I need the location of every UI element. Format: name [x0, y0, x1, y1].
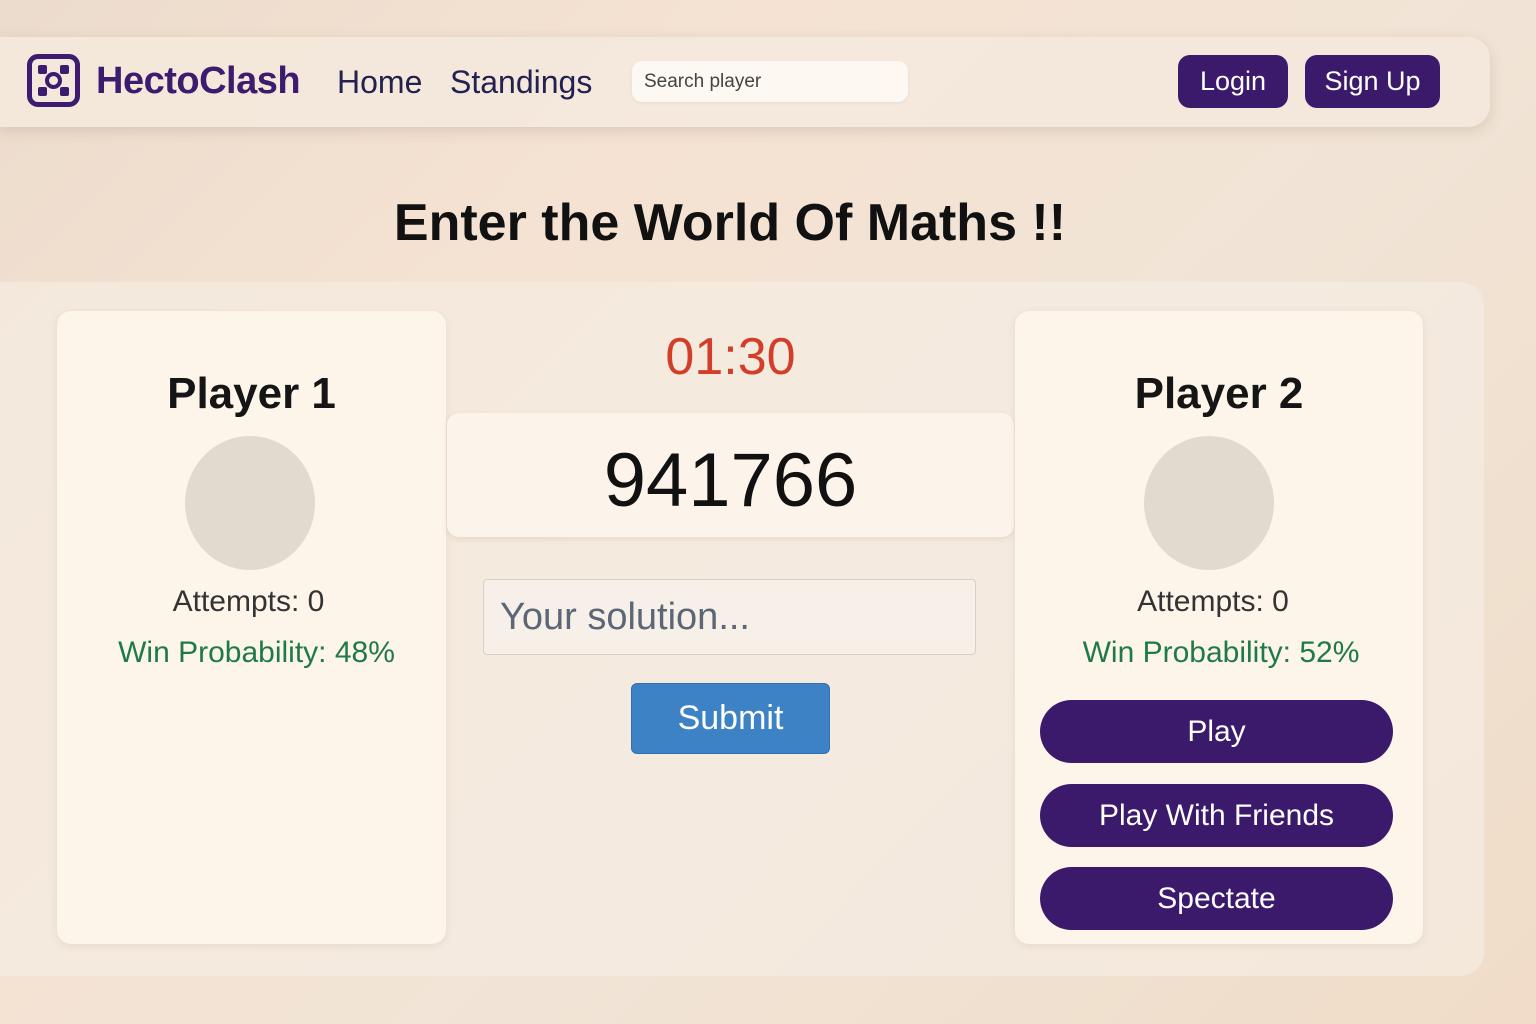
player-1-avatar — [185, 436, 315, 570]
player-2-attempts: Attempts: 0 — [1137, 585, 1289, 618]
page-headline: Enter the World Of Maths !! — [393, 194, 1067, 252]
signup-button[interactable]: Sign Up — [1305, 55, 1440, 108]
solution-input[interactable] — [483, 579, 976, 655]
search-player-input[interactable] — [632, 61, 908, 102]
spectate-button[interactable]: Spectate — [1040, 867, 1393, 930]
player-2-avatar — [1144, 436, 1274, 570]
player-2-card: Player 2 Attempts: 0 Win Probability: 52… — [1015, 311, 1423, 944]
player-1-win-probability: Win Probability: 48% — [118, 636, 395, 669]
player-1-card: Player 1 Attempts: 0 Win Probability: 48… — [57, 311, 446, 944]
play-with-friends-button[interactable]: Play With Friends — [1040, 784, 1393, 847]
submit-button[interactable]: Submit — [631, 683, 830, 754]
play-button[interactable]: Play — [1040, 700, 1393, 763]
player-2-win-probability: Win Probability: 52% — [1082, 636, 1360, 669]
puzzle-box: 941766 — [447, 413, 1014, 537]
player-2-title: Player 2 — [1134, 369, 1304, 418]
brand-name[interactable]: HectoClash — [96, 60, 301, 103]
puzzle-number: 941766 — [603, 438, 858, 523]
logo-icon[interactable] — [27, 54, 80, 107]
login-button[interactable]: Login — [1178, 55, 1288, 108]
player-1-title: Player 1 — [167, 369, 336, 418]
player-1-attempts: Attempts: 0 — [172, 585, 325, 618]
nav-standings-link[interactable]: Standings — [450, 64, 592, 101]
countdown-timer: 01:30 — [665, 328, 796, 386]
nav-home-link[interactable]: Home — [337, 64, 422, 101]
top-navbar: HectoClash Home Standings Login Sign Up — [0, 37, 1490, 127]
